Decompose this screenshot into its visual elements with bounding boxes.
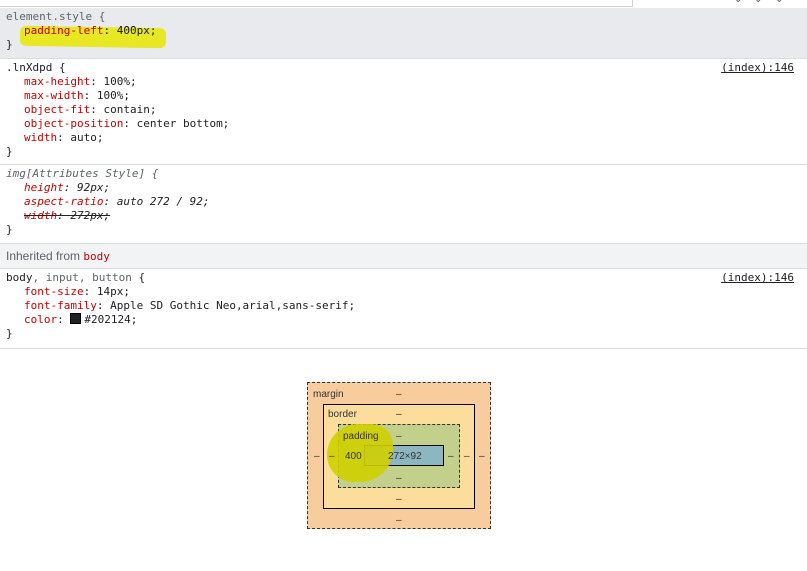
rule-close: } <box>6 145 13 158</box>
filter-input[interactable] <box>0 0 633 7</box>
element-state-icon[interactable]: ⌄ <box>754 0 764 5</box>
property-value[interactable]: 100%; <box>103 75 136 88</box>
property-value[interactable]: 14px; <box>97 285 130 298</box>
property-value[interactable]: auto; <box>70 131 103 144</box>
declaration-overridden: width: 272px; <box>24 209 111 222</box>
property-value[interactable]: contain; <box>103 103 156 116</box>
selector-match: body <box>6 271 33 284</box>
declaration[interactable]: font-family: Apple SD Gothic Neo,arial,s… <box>6 299 807 313</box>
property-name[interactable]: color <box>24 313 57 326</box>
styles-toolbar: ⌄ ⌄ ⌄ <box>0 0 807 8</box>
selector-open: { <box>131 271 146 284</box>
margin-label: margin <box>313 389 344 400</box>
padding-bottom-value[interactable]: – <box>396 473 402 484</box>
declaration[interactable]: color: #202124; <box>6 313 807 327</box>
declaration: aspect-ratio: auto 272 / 92; <box>24 195 210 208</box>
toggle-classes-icon[interactable]: ⌄ <box>775 0 785 5</box>
declaration[interactable]: object-fit: contain; <box>6 103 807 117</box>
declaration[interactable]: font-size: 14px; <box>6 285 807 299</box>
declaration[interactable]: width: auto; <box>6 131 807 145</box>
rule-selector[interactable]: body, input, button { <box>6 271 807 285</box>
border-bottom-value[interactable]: – <box>396 494 402 505</box>
new-style-rule-icon[interactable]: ⌄ <box>734 0 744 5</box>
margin-bottom-value[interactable]: – <box>396 515 402 526</box>
rule-selector: img[Attributes Style] { <box>6 167 159 180</box>
property-name: width <box>24 209 58 222</box>
inherited-header: Inherited from body <box>0 244 807 269</box>
content-size-value[interactable]: 272×92 <box>388 451 422 462</box>
property-name: padding-left <box>24 24 104 37</box>
property-name[interactable]: object-position <box>24 117 123 130</box>
property-value: 272px; <box>70 209 111 222</box>
color-swatch[interactable] <box>70 313 82 324</box>
source-link[interactable]: (index):146 <box>721 61 794 75</box>
border-top-value[interactable]: – <box>396 409 402 420</box>
declaration[interactable]: object-position: center bottom; <box>6 117 807 131</box>
margin-top-value[interactable]: – <box>396 389 402 400</box>
property-name: aspect-ratio <box>24 195 104 208</box>
declaration[interactable]: max-height: 100%; <box>6 75 807 89</box>
border-label: border <box>328 409 357 420</box>
property-name: height <box>24 181 64 194</box>
declaration[interactable]: max-width: 100%; <box>6 89 807 103</box>
inherited-element-link[interactable]: body <box>83 250 110 263</box>
rule-close: } <box>6 327 13 340</box>
rule-selector[interactable]: element.style { <box>6 10 807 24</box>
inherited-label: Inherited from <box>6 249 81 263</box>
property-value[interactable]: #202124; <box>84 313 137 326</box>
border-right-value[interactable]: – <box>464 451 470 462</box>
property-value: 400px; <box>116 24 157 37</box>
property-value[interactable]: Apple SD Gothic Neo,arial,sans-serif; <box>110 299 355 312</box>
selector-nonmatch: , input, button <box>32 271 132 284</box>
rule-close: } <box>6 223 13 236</box>
property-value[interactable]: center bottom; <box>137 117 230 130</box>
property-value: auto 272 / 92; <box>116 195 210 208</box>
padding-label: padding <box>343 431 379 442</box>
rule-img-attributes-style: img[Attributes Style] { height: 92px; as… <box>0 165 807 244</box>
property-value[interactable]: 100%; <box>97 89 130 102</box>
property-name[interactable]: max-height <box>24 75 90 88</box>
rule-body-input-button: body, input, button { (index):146 font-s… <box>0 269 807 349</box>
declaration-padding-left-overlay: padding-left: 400px; <box>24 24 157 37</box>
property-name[interactable]: font-family <box>24 299 97 312</box>
rule-lnxdpd: .lnXdpd { (index):146 max-height: 100%; … <box>0 59 807 165</box>
property-name[interactable]: width <box>24 131 57 144</box>
padding-right-value[interactable]: – <box>448 451 454 462</box>
property-name[interactable]: font-size <box>24 285 84 298</box>
property-value: 92px; <box>77 181 111 194</box>
declaration: height: 92px; <box>24 181 111 194</box>
source-link[interactable]: (index):146 <box>721 271 794 285</box>
padding-top-value[interactable]: – <box>396 431 402 442</box>
border-left-value[interactable]: – <box>329 451 335 462</box>
margin-right-value[interactable]: – <box>479 451 485 462</box>
property-name[interactable]: object-fit <box>24 103 90 116</box>
property-name[interactable]: max-width <box>24 89 84 102</box>
rule-selector[interactable]: .lnXdpd { <box>6 61 807 75</box>
padding-left-value[interactable]: 400 <box>345 451 362 462</box>
margin-left-value[interactable]: – <box>314 451 320 462</box>
